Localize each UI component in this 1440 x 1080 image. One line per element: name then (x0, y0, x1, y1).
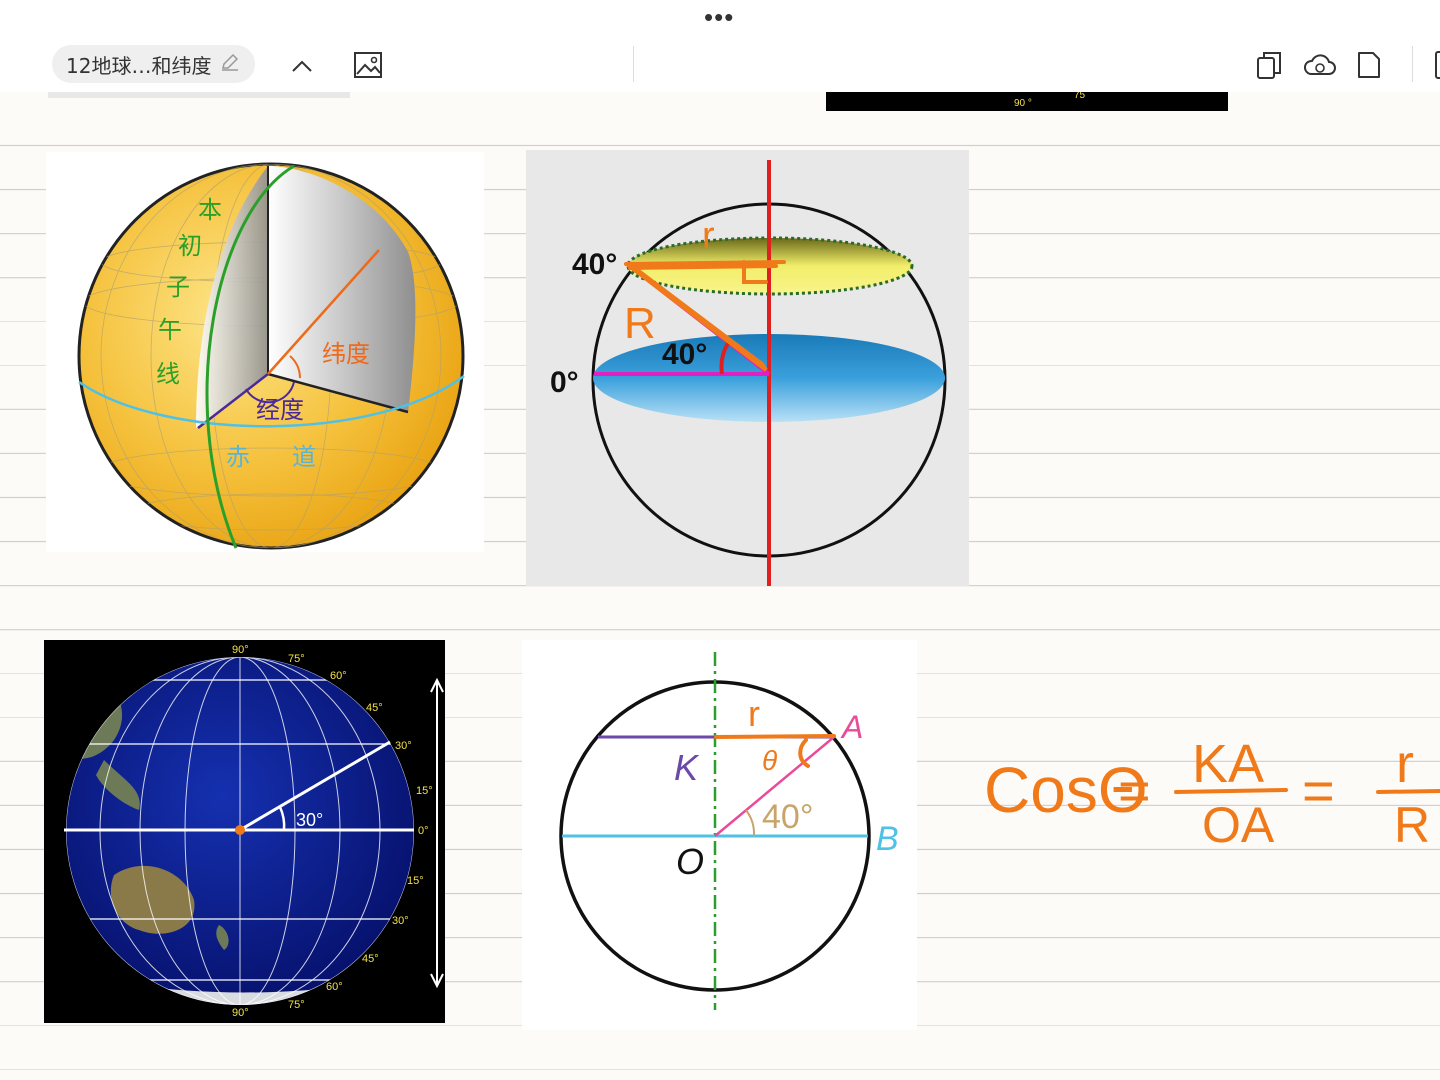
cutaway-wedge (268, 166, 416, 412)
svg-text:90 °: 90 ° (1014, 98, 1032, 109)
handwritten-cos-equation: CosΘ = KA OA = r R (980, 720, 1440, 860)
hand-angle-label: 30° (296, 810, 323, 830)
equator-label-2: 道 (292, 444, 316, 471)
lat-label-0: 0° (418, 825, 429, 837)
prime-meridian-label-3: 子 (166, 274, 190, 301)
lat-label-n60: 60° (330, 670, 347, 682)
lat-label-n15: 15° (416, 785, 433, 797)
lat-0-label: 0° (550, 366, 579, 399)
page-icon[interactable] (1354, 48, 1384, 82)
numerator-r: r (1396, 734, 1414, 794)
denominator-R: R (1394, 797, 1430, 853)
denominator-OA: OA (1202, 797, 1275, 853)
lat-label-s45: 45° (362, 953, 379, 965)
hand-theta-label: θ (762, 745, 777, 776)
prime-meridian-label-4: 午 (158, 317, 182, 344)
cloud-sync-icon[interactable] (1302, 50, 1338, 80)
hand-R-label: R (624, 299, 656, 348)
insert-image-icon[interactable] (351, 48, 385, 82)
document-title-pill[interactable]: 12地球…和纬度 (52, 45, 256, 83)
lat-label-s90: 90° (232, 1007, 249, 1019)
lat-label-s15: 15° (407, 875, 424, 887)
fraction-bar-1 (1174, 788, 1288, 794)
prime-meridian-label-2: 初 (178, 233, 202, 260)
latitude-label: 纬度 (322, 341, 370, 368)
cross-section-geometry-figure: K A O B 40° r θ (522, 640, 917, 1030)
lat-label-n90: 90° (232, 644, 249, 656)
lat-label-n30: 30° (395, 740, 412, 752)
prime-meridian-label-5: 线 (156, 361, 180, 388)
edit-pencil-icon[interactable] (219, 51, 241, 78)
svg-text:75: 75 (1074, 92, 1086, 101)
cut-off-right-icon[interactable] (1430, 48, 1440, 82)
fraction-bar-2 (1376, 789, 1440, 794)
label-A: A (840, 709, 863, 745)
previous-image-remnant (48, 92, 350, 98)
equator-label-1: 赤 (226, 444, 250, 471)
toolbar-divider (633, 46, 634, 82)
lat-label-n75: 75° (288, 653, 305, 665)
label-K: K (674, 747, 700, 788)
hand-r-label: r (702, 215, 715, 257)
lat-label-s60: 60° (326, 981, 343, 993)
copy-pages-icon[interactable] (1254, 48, 1286, 82)
label-B: B (876, 820, 899, 858)
equals-sign-2: = (1302, 759, 1335, 822)
lat-label-s30: 30° (392, 915, 409, 927)
label-O: O (676, 841, 704, 882)
previous-globe-image-remnant: 90 ° 75 (826, 92, 1228, 111)
equals-sign-1: = (1118, 759, 1151, 822)
lat-40-top-label: 40° (572, 248, 617, 281)
angle-40-label: 40° (762, 798, 813, 836)
hand-r-label: r (748, 693, 760, 734)
top-toolbar: ••• 12地球…和纬度 (0, 0, 1440, 92)
globe-latitude-longitude-figure: 本 初 子 午 线 纬度 经度 赤 道 (46, 152, 484, 552)
latitude-slice-figure: 40° 40° 0° r R (526, 150, 969, 586)
collapse-chevron-up-icon[interactable] (288, 52, 316, 80)
lat-40-center-label: 40° (662, 338, 707, 371)
document-title: 12地球…和纬度 (66, 53, 212, 78)
lat-label-n45: 45° (366, 702, 383, 714)
longitude-label: 经度 (256, 397, 304, 424)
more-options-icon[interactable]: ••• (704, 2, 734, 33)
lat-label-s75: 75° (288, 999, 305, 1011)
earth-latitude-globe-figure: 30° 90° 75° 60° 45° 30° 15° 0° 15° 30° 4… (44, 640, 445, 1023)
numerator-KA: KA (1192, 734, 1264, 794)
toolbar-divider-right (1412, 46, 1413, 82)
prime-meridian-label-1: 本 (198, 197, 222, 224)
earth-center-point (235, 825, 245, 835)
